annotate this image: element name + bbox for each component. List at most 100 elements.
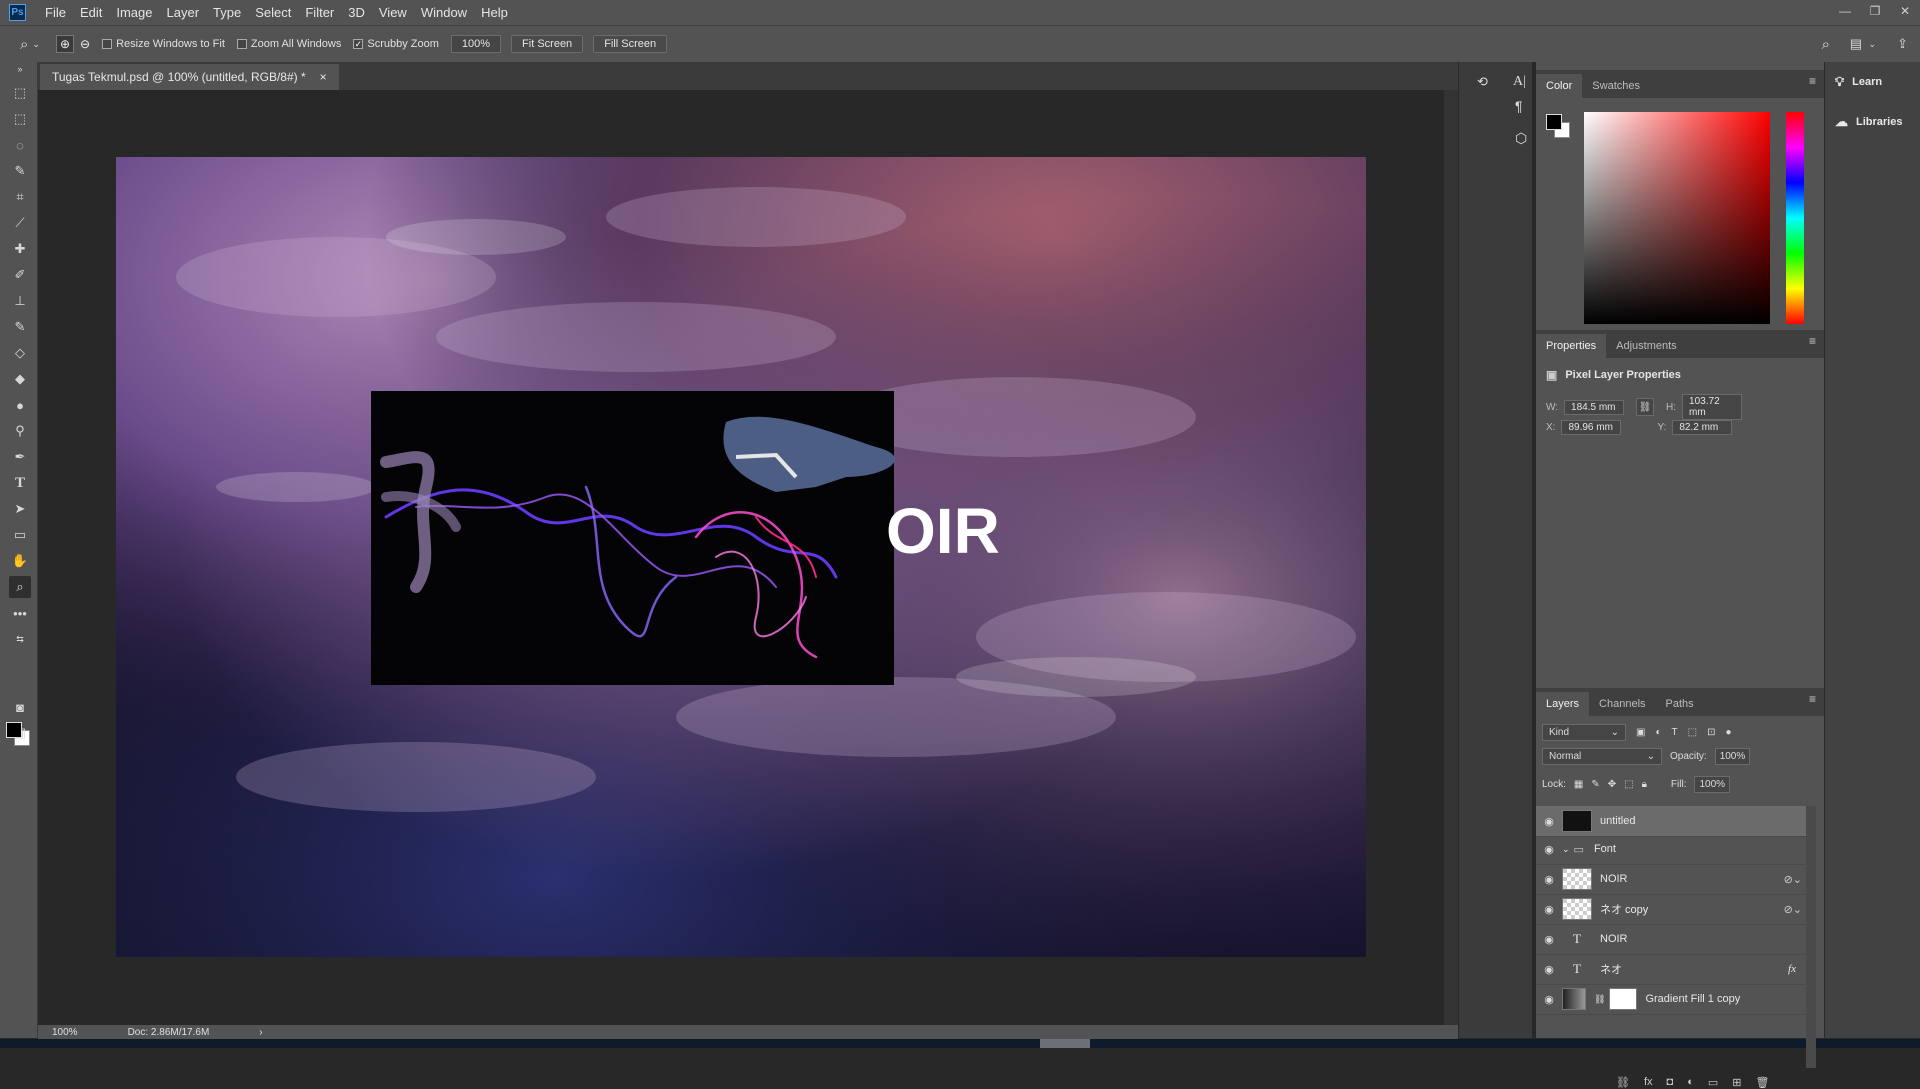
tab-channels[interactable]: Channels: [1589, 692, 1655, 716]
eraser-tool-icon[interactable]: ◇: [9, 342, 31, 364]
path-selection-tool-icon[interactable]: ➤: [9, 498, 31, 520]
zoom-tool-icon[interactable]: ⌕: [20, 36, 28, 53]
opacity-field[interactable]: 100%: [1714, 748, 1751, 765]
tab-paths[interactable]: Paths: [1656, 692, 1704, 716]
link-dimensions-icon[interactable]: ⛓: [1636, 398, 1655, 416]
close-window-icon[interactable]: ✕: [1890, 0, 1920, 22]
y-field[interactable]: 82.2 mm: [1672, 420, 1733, 435]
menu-layer[interactable]: Layer: [160, 0, 207, 25]
brush-tool-icon[interactable]: ✐: [9, 264, 31, 286]
taskbar-app-indicator[interactable]: [1040, 1039, 1090, 1048]
color-field[interactable]: [1584, 112, 1770, 324]
share-icon[interactable]: ⇪: [1897, 36, 1908, 52]
learn-panel-button[interactable]: 💡︎ Learn: [1825, 62, 1920, 102]
more-tools-icon[interactable]: •••: [9, 602, 31, 624]
menu-filter[interactable]: Filter: [298, 0, 341, 25]
clone-stamp-tool-icon[interactable]: ⊥: [9, 290, 31, 312]
workspace-icon[interactable]: ▤: [1850, 36, 1862, 52]
quick-select-tool-icon[interactable]: ✎: [9, 160, 31, 182]
menu-type[interactable]: Type: [206, 0, 248, 25]
visibility-eye-icon[interactable]: ◉: [1536, 993, 1562, 1006]
zoom-all-checkbox[interactable]: [236, 39, 247, 49]
visibility-eye-icon[interactable]: ◉: [1536, 815, 1562, 828]
artboard-tool-icon[interactable]: ⬚: [9, 82, 31, 104]
marquee-tool-icon[interactable]: ⬚: [9, 108, 31, 130]
new-layer-icon[interactable]: ⊞: [1732, 1076, 1741, 1089]
smart-filter-icon[interactable]: ⊘⌄: [1784, 873, 1802, 886]
delete-layer-icon[interactable]: 🗑︎: [1755, 1076, 1769, 1089]
width-field[interactable]: 184.5 mm: [1564, 399, 1625, 415]
x-field[interactable]: 89.96 mm: [1561, 420, 1622, 435]
tab-swatches[interactable]: Swatches: [1582, 74, 1650, 98]
layer-group-row[interactable]: ◉ ⌄ ▭ Font: [1536, 834, 1808, 865]
type-tool-icon[interactable]: T: [9, 472, 31, 494]
visibility-eye-icon[interactable]: ◉: [1536, 903, 1562, 916]
filter-type-icon[interactable]: T: [1672, 727, 1678, 738]
collapse-toolbar-icon[interactable]: »: [9, 64, 31, 74]
healing-brush-tool-icon[interactable]: ✚: [9, 238, 31, 260]
scrubby-zoom-checkbox[interactable]: ✓: [353, 39, 364, 49]
layer-row[interactable]: ◉ ⛓ Gradient Fill 1 copy: [1536, 984, 1808, 1015]
layer-effects-icon[interactable]: fx: [1788, 963, 1796, 975]
menu-help[interactable]: Help: [474, 0, 515, 25]
filter-shape-icon[interactable]: ⬚: [1688, 727, 1697, 738]
rectangle-tool-icon[interactable]: ▭: [9, 524, 31, 546]
quick-mask-icon[interactable]: ◙: [9, 696, 31, 718]
resize-windows-checkbox[interactable]: [102, 39, 113, 49]
foreground-color-swatch[interactable]: [6, 722, 22, 738]
lock-artboard-icon[interactable]: ⬚: [1624, 779, 1633, 790]
lock-all-icon[interactable]: 🔒︎: [1642, 779, 1647, 790]
new-adjustment-icon[interactable]: ◐: [1687, 1076, 1694, 1089]
3d-panel-icon[interactable]: ⬡: [1515, 130, 1537, 152]
foreground-color-chip[interactable]: [1546, 114, 1562, 130]
status-arrow-icon[interactable]: ›: [259, 1027, 262, 1038]
paragraph-panel-icon[interactable]: ¶: [1515, 98, 1537, 120]
fill-screen-button[interactable]: Fill Screen: [593, 35, 668, 53]
paint-bucket-tool-icon[interactable]: ◆: [9, 368, 31, 390]
restore-icon[interactable]: ❐: [1860, 0, 1890, 22]
height-field[interactable]: 103.72 mm: [1682, 394, 1743, 420]
zoom-all-option[interactable]: Zoom All Windows: [236, 38, 341, 50]
dodge-tool-icon[interactable]: ⚲: [9, 420, 31, 442]
visibility-eye-icon[interactable]: ◉: [1536, 843, 1562, 856]
chevron-down-icon[interactable]: ⌄: [32, 39, 40, 50]
new-group-icon[interactable]: ▭: [1708, 1076, 1718, 1089]
document-tab[interactable]: Tugas Tekmul.psd @ 100% (untitled, RGB/8…: [40, 64, 339, 90]
blend-mode-select[interactable]: Normal ⌄: [1542, 748, 1662, 765]
crop-tool-icon[interactable]: ⌗: [9, 186, 31, 208]
hue-slider[interactable]: [1786, 112, 1804, 324]
tab-adjustments[interactable]: Adjustments: [1606, 334, 1687, 358]
resize-windows-option[interactable]: Resize Windows to Fit: [102, 38, 225, 50]
default-colors-icon[interactable]: ⇆: [9, 628, 31, 650]
menu-file[interactable]: File: [38, 0, 73, 25]
workspace-chevron-icon[interactable]: ⌄: [1868, 39, 1876, 50]
scrubby-zoom-option[interactable]: ✓ Scrubby Zoom: [353, 38, 439, 50]
tab-color[interactable]: Color: [1536, 74, 1583, 98]
menu-3d[interactable]: 3D: [341, 0, 372, 25]
layer-row[interactable]: ◉ ネオ copy ⊘⌄: [1536, 894, 1808, 925]
layers-scrollbar[interactable]: [1806, 806, 1816, 1068]
tab-layers[interactable]: Layers: [1536, 692, 1590, 716]
eyedropper-tool-icon[interactable]: ⟋: [9, 212, 31, 234]
history-brush-tool-icon[interactable]: ✎: [9, 316, 31, 338]
libraries-panel-button[interactable]: ☁︎ Libraries: [1825, 102, 1920, 142]
filter-pixel-icon[interactable]: ▣: [1636, 727, 1645, 738]
color-panel-menu-icon[interactable]: ≡: [1809, 74, 1816, 88]
layers-panel-menu-icon[interactable]: ≡: [1809, 692, 1816, 706]
layer-row[interactable]: ◉ T ネオ fx: [1536, 954, 1808, 985]
layer-row[interactable]: ◉ untitled: [1536, 806, 1808, 837]
zoom-tool-icon[interactable]: ⌕: [9, 576, 31, 598]
lasso-tool-icon[interactable]: ◌: [9, 134, 31, 156]
hand-tool-icon[interactable]: ✋: [9, 550, 31, 572]
visibility-eye-icon[interactable]: ◉: [1536, 963, 1562, 976]
lock-pixels-icon[interactable]: ✎: [1591, 779, 1599, 790]
zoom-percent-field[interactable]: 100%: [450, 35, 502, 53]
character-panel-icon[interactable]: A|: [1513, 74, 1535, 96]
menu-image[interactable]: Image: [109, 0, 159, 25]
layer-row[interactable]: ◉ NOIR ⊘⌄: [1536, 864, 1808, 895]
tab-properties[interactable]: Properties: [1536, 334, 1607, 358]
fill-field[interactable]: 100%: [1694, 776, 1731, 793]
pen-tool-icon[interactable]: ✒: [9, 446, 31, 468]
close-document-icon[interactable]: ×: [320, 64, 327, 90]
zoom-in-icon[interactable]: ⊕: [55, 35, 75, 53]
